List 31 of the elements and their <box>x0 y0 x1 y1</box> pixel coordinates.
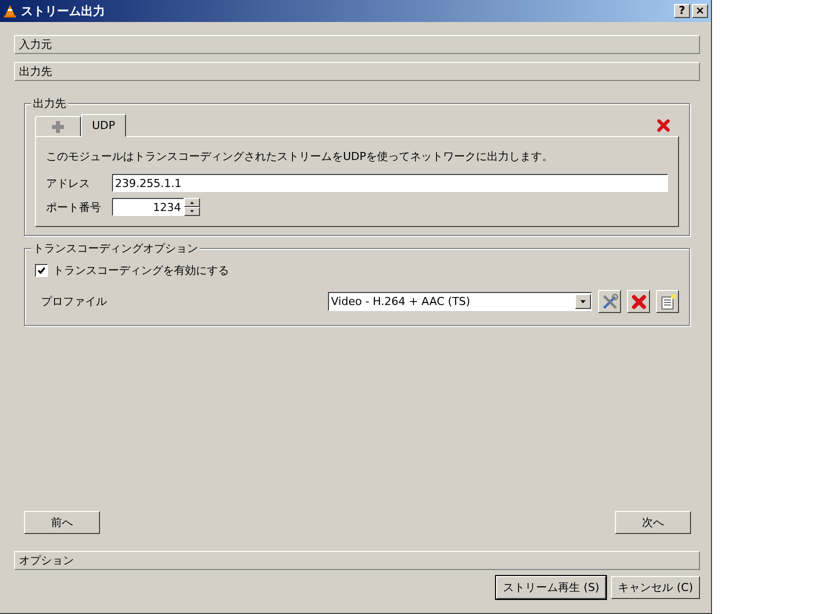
window-title: ストリーム出力 <box>21 2 105 20</box>
tab[interactable]: UDP <box>81 114 126 137</box>
add-tab[interactable] <box>35 116 81 136</box>
field-label: ポート番号 <box>46 200 102 214</box>
tools-button[interactable] <box>598 290 621 313</box>
spin-up-button[interactable] <box>184 198 200 207</box>
checkbox-label: トランスコーディングを有効にする <box>53 263 229 278</box>
port-field[interactable]: 1234 <box>112 198 184 216</box>
section-header[interactable]: 入力元 <box>14 35 700 54</box>
profile-dropdown[interactable]: Video - H.264 + AAC (TS) <box>328 292 592 311</box>
field-label: プロファイル <box>41 294 107 309</box>
section-header[interactable]: オプション <box>14 551 700 570</box>
description-text: このモジュールはトランスコーディングされたストリームをUDPを使ってネットワークに出力します。 <box>46 149 554 164</box>
checkbox[interactable] <box>35 264 48 277</box>
plus-icon <box>51 120 65 134</box>
spin-down-button[interactable] <box>184 207 200 216</box>
title-bar-button[interactable]: × <box>692 4 708 18</box>
dialog-button[interactable]: キャンセル (C) <box>611 576 700 599</box>
section-header[interactable]: 出力先 <box>14 62 700 81</box>
delete-button[interactable] <box>627 290 650 313</box>
field-label: アドレス <box>46 176 91 190</box>
back-button[interactable]: 前へ <box>24 511 100 534</box>
dialog-button[interactable]: ストリーム再生 (S) <box>496 576 606 599</box>
close-icon[interactable] <box>657 118 671 132</box>
group-title: 出力先 <box>31 96 68 111</box>
traffic-cone-icon <box>3 4 17 18</box>
group-title: トランスコーディングオプション <box>31 241 200 256</box>
address-field[interactable]: 239.255.1.1 <box>112 174 668 192</box>
next-button[interactable]: 次へ <box>615 511 691 534</box>
title-bar-button[interactable]: ? <box>674 4 690 18</box>
new-profile-button[interactable] <box>656 290 679 313</box>
